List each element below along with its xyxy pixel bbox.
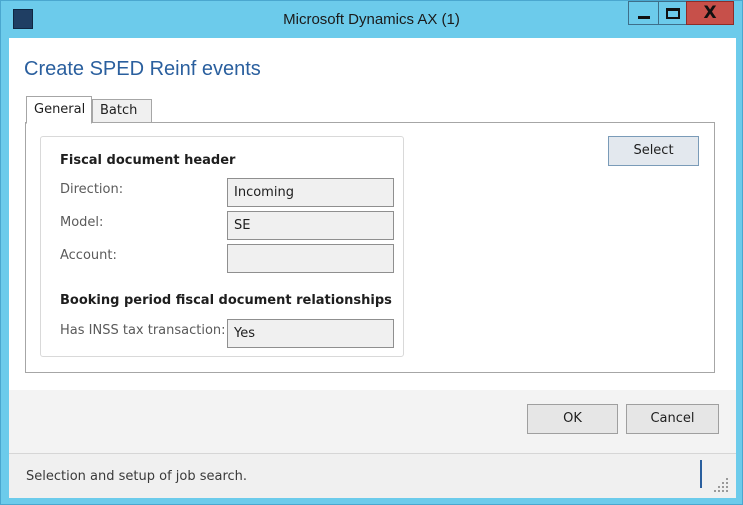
has-inss-field[interactable]: Yes xyxy=(227,319,394,348)
maximize-icon xyxy=(665,7,680,19)
resize-grip-icon[interactable] xyxy=(714,478,730,494)
maximize-button[interactable] xyxy=(658,1,686,25)
general-tab-page: Fiscal document header Direction: Incomi… xyxy=(25,122,715,373)
tab-batch[interactable]: Batch xyxy=(92,99,152,123)
direction-field[interactable]: Incoming xyxy=(227,178,394,207)
dialog-client-area: Create SPED Reinf events General Batch F… xyxy=(9,38,736,498)
close-button[interactable]: X xyxy=(686,1,734,25)
booking-period-title: Booking period fiscal document relations… xyxy=(60,293,392,308)
status-text: Selection and setup of job search. xyxy=(26,469,248,484)
ok-button[interactable]: OK xyxy=(527,404,618,434)
window-frame: Microsoft Dynamics AX (1) X Create SPED … xyxy=(0,0,743,505)
account-label: Account: xyxy=(60,248,117,263)
minimize-icon xyxy=(637,15,650,19)
cancel-button[interactable]: Cancel xyxy=(626,404,719,434)
status-bar: Selection and setup of job search. xyxy=(9,453,736,498)
fiscal-document-group: Fiscal document header Direction: Incomi… xyxy=(40,136,404,357)
title-bar[interactable]: Microsoft Dynamics AX (1) X xyxy=(1,1,742,38)
minimize-button[interactable] xyxy=(628,1,658,25)
fiscal-document-header-title: Fiscal document header xyxy=(60,153,236,168)
content-panel: Create SPED Reinf events General Batch F… xyxy=(9,38,736,390)
form-title: Create SPED Reinf events xyxy=(24,58,261,80)
close-icon: X xyxy=(703,2,717,23)
has-inss-label: Has INSS tax transaction: xyxy=(60,323,226,338)
tab-general[interactable]: General xyxy=(26,96,92,124)
model-label: Model: xyxy=(60,215,104,230)
window-controls: X xyxy=(628,1,734,25)
select-button[interactable]: Select xyxy=(608,136,699,166)
status-separator xyxy=(700,460,702,488)
direction-label: Direction: xyxy=(60,182,124,197)
account-field[interactable] xyxy=(227,244,394,273)
model-field[interactable]: SE xyxy=(227,211,394,240)
